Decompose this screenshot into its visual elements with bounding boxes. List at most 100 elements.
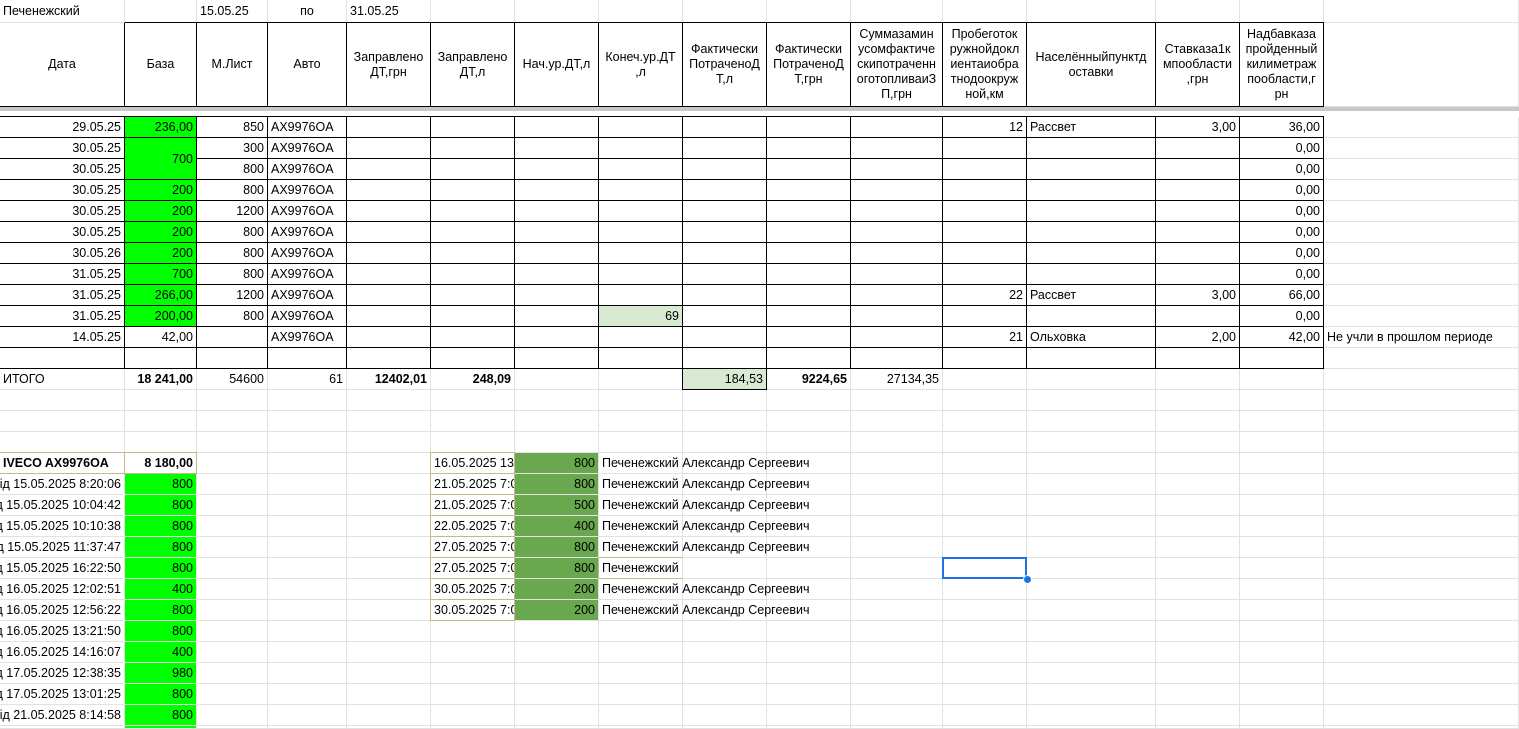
- total-fuel-l[interactable]: 248,09: [431, 369, 515, 390]
- empty-cell[interactable]: [0, 411, 125, 432]
- table-cell[interactable]: [430, 200, 515, 222]
- receipt-value[interactable]: 800: [125, 495, 197, 516]
- empty-cell[interactable]: [1240, 411, 1324, 432]
- empty-cell[interactable]: [1240, 537, 1324, 558]
- column-header[interactable]: Ставказа1к мпообласти ,грн: [1155, 22, 1240, 107]
- empty-cell[interactable]: [851, 684, 943, 705]
- table-cell[interactable]: [346, 284, 431, 306]
- empty-cell[interactable]: [197, 579, 268, 600]
- empty-cell[interactable]: [197, 684, 268, 705]
- table-cell[interactable]: 3,00: [1155, 284, 1240, 306]
- period-start[interactable]: 15.05.25: [197, 0, 268, 23]
- empty-cell[interactable]: [197, 600, 268, 621]
- table-cell[interactable]: [682, 326, 767, 348]
- empty-cell[interactable]: [1324, 138, 1519, 159]
- table-cell[interactable]: [850, 200, 943, 222]
- fueling-date[interactable]: 30.05.2025 7:00: [430, 578, 515, 600]
- empty-cell[interactable]: [515, 705, 599, 726]
- column-header[interactable]: База: [124, 22, 197, 107]
- table-cell[interactable]: [942, 221, 1027, 243]
- table-cell[interactable]: [1155, 263, 1240, 285]
- table-cell[interactable]: [1026, 221, 1156, 243]
- receipt-label[interactable]: 4 від 15.05.2025 8:20:06: [0, 474, 125, 495]
- column-header[interactable]: Авто: [267, 22, 347, 107]
- empty-cell[interactable]: [767, 663, 851, 684]
- table-cell[interactable]: 30.05.26: [0, 242, 125, 264]
- table-cell[interactable]: [1239, 347, 1324, 369]
- empty-cell[interactable]: [431, 0, 515, 23]
- empty-cell[interactable]: [347, 411, 431, 432]
- column-header[interactable]: Суммазамин усомфактиче скипотраченн огот…: [850, 22, 943, 107]
- table-cell[interactable]: [346, 347, 431, 369]
- empty-cell[interactable]: [1324, 684, 1519, 705]
- table-cell[interactable]: 31.05.25: [0, 305, 125, 327]
- empty-cell[interactable]: [1240, 621, 1324, 642]
- table-cell[interactable]: [430, 326, 515, 348]
- empty-cell[interactable]: [1156, 411, 1240, 432]
- table-cell[interactable]: [1155, 305, 1240, 327]
- table-cell[interactable]: 42,00: [1239, 326, 1324, 348]
- fueling-value[interactable]: 800: [515, 453, 599, 474]
- empty-cell[interactable]: [197, 453, 268, 474]
- table-cell[interactable]: 12: [942, 116, 1027, 138]
- empty-cell[interactable]: [1156, 453, 1240, 474]
- table-cell[interactable]: [430, 179, 515, 201]
- table-cell[interactable]: [346, 326, 431, 348]
- column-header[interactable]: Фактически ПотраченоД Т,грн: [766, 22, 851, 107]
- empty-cell[interactable]: [1240, 474, 1324, 495]
- empty-cell[interactable]: [767, 558, 851, 579]
- table-cell[interactable]: [942, 200, 1027, 222]
- fueling-value[interactable]: 800: [515, 537, 599, 558]
- table-cell[interactable]: 0,00: [1239, 137, 1324, 159]
- driver-name[interactable]: Печенежский Александр Сергеевич: [599, 600, 810, 621]
- table-cell[interactable]: 3,00: [1155, 116, 1240, 138]
- table-cell[interactable]: [598, 179, 683, 201]
- fueling-value[interactable]: 200: [515, 579, 599, 600]
- column-header[interactable]: Конеч.ур.ДТ ,л: [598, 22, 683, 107]
- empty-cell[interactable]: [431, 684, 515, 705]
- receipt-label[interactable]: від 15.05.2025 10:10:38: [0, 516, 125, 537]
- table-cell[interactable]: 200: [124, 179, 197, 201]
- fueling-value[interactable]: 200: [515, 600, 599, 621]
- receipt-value[interactable]: 800: [125, 558, 197, 579]
- empty-cell[interactable]: [851, 600, 943, 621]
- empty-cell[interactable]: [197, 558, 268, 579]
- empty-cell[interactable]: [943, 495, 1027, 516]
- empty-cell[interactable]: [125, 432, 197, 453]
- empty-cell[interactable]: [1324, 621, 1519, 642]
- table-cell[interactable]: [430, 116, 515, 138]
- empty-cell[interactable]: [1156, 390, 1240, 411]
- empty-cell[interactable]: [943, 663, 1027, 684]
- empty-cell[interactable]: [943, 516, 1027, 537]
- table-cell[interactable]: [682, 116, 767, 138]
- empty-cell[interactable]: [197, 537, 268, 558]
- table-cell[interactable]: 30.05.25: [0, 221, 125, 243]
- empty-cell[interactable]: [1324, 453, 1519, 474]
- table-cell[interactable]: [598, 263, 683, 285]
- table-cell[interactable]: [514, 326, 599, 348]
- table-cell[interactable]: AX9976OA: [267, 305, 347, 327]
- empty-cell[interactable]: [1027, 684, 1156, 705]
- table-cell[interactable]: 800: [196, 263, 268, 285]
- empty-cell[interactable]: [599, 0, 683, 23]
- table-cell[interactable]: [514, 179, 599, 201]
- empty-cell[interactable]: [197, 516, 268, 537]
- empty-cell[interactable]: [943, 369, 1027, 390]
- driver-name[interactable]: Печенежский Александр Сергеевич: [599, 453, 810, 474]
- empty-cell[interactable]: [268, 684, 347, 705]
- table-cell[interactable]: [682, 263, 767, 285]
- table-cell[interactable]: [0, 347, 125, 369]
- empty-cell[interactable]: [347, 474, 431, 495]
- empty-cell[interactable]: [1027, 516, 1156, 537]
- empty-cell[interactable]: [943, 0, 1027, 23]
- receipt-value[interactable]: 400: [125, 579, 197, 600]
- table-cell[interactable]: [1155, 137, 1240, 159]
- table-cell[interactable]: [1026, 305, 1156, 327]
- table-cell[interactable]: [1155, 242, 1240, 264]
- empty-cell[interactable]: [683, 390, 767, 411]
- empty-cell[interactable]: [1156, 579, 1240, 600]
- empty-cell[interactable]: [268, 621, 347, 642]
- total-sum-zp[interactable]: 27134,35: [851, 369, 943, 390]
- empty-cell[interactable]: [431, 390, 515, 411]
- sheet-owner-name[interactable]: Печенежский: [0, 0, 125, 23]
